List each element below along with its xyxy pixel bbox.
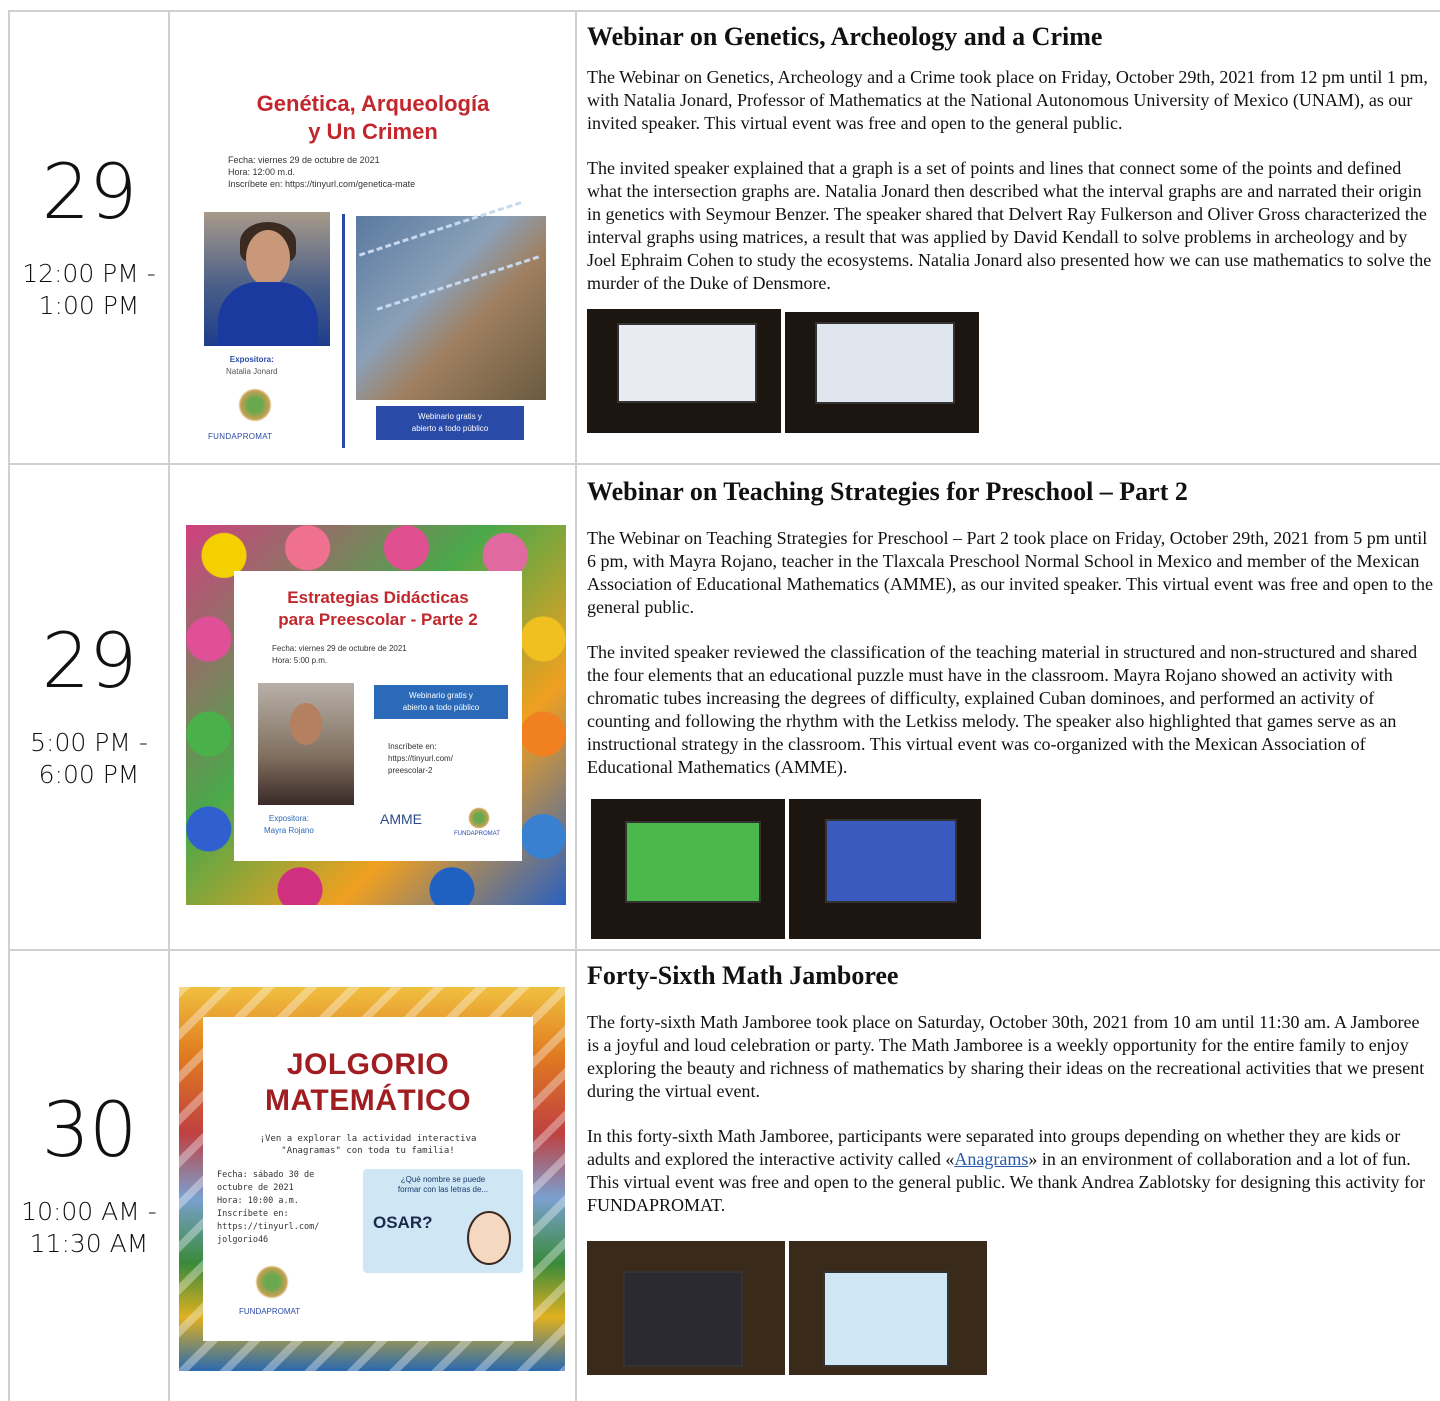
poster-cell: Estrategias Didácticas para Preescolar -… — [170, 465, 577, 949]
poster-expositora: Expositora: Natalia Jonard — [226, 355, 278, 376]
photo-gallery — [587, 1241, 1440, 1375]
event-title: Webinar on Genetics, Archeology and a Cr… — [587, 22, 1103, 51]
event-paragraph: The invited speaker reviewed the classif… — [587, 642, 1418, 777]
poster-card: Estrategias Didácticas para Preescolar -… — [234, 571, 522, 861]
poster-logo: FUNDAPROMAT — [208, 432, 273, 441]
amme-logo: AMME — [380, 811, 422, 827]
poster-free-badge: Webinario gratis y abierto a todo públic… — [376, 406, 524, 440]
poster-logo: FUNDAPROMAT — [454, 831, 500, 837]
description-cell: Forty-Sixth Math Jamboree The forty-sixt… — [577, 951, 1440, 1401]
event-time: 10:00 AM - 11:30 AM — [21, 1196, 157, 1260]
description-cell: Webinar on Teaching Strategies for Presc… — [577, 465, 1440, 949]
time-end: 11:30 AM — [29, 1229, 149, 1258]
event-time: 5:00 PM - 6:00 PM — [30, 727, 148, 791]
poster-question-box: ¿Qué nombre se puede formar con las letr… — [363, 1169, 523, 1273]
poster-free-badge: Webinario gratis y abierto a todo públic… — [374, 685, 508, 719]
event-photo[interactable] — [789, 799, 981, 939]
event-poster[interactable]: Genética, Arqueología y Un Crimen Fecha:… — [192, 68, 554, 458]
event-day: 29 — [41, 146, 138, 236]
event-photo[interactable] — [591, 799, 785, 939]
poster-cell: JOLGORIO MATEMÁTICO ¡Ven a explorar la a… — [170, 951, 577, 1401]
event-title: Forty-Sixth Math Jamboree — [587, 961, 899, 990]
event-row: 30 10:00 AM - 11:30 AM JOLGORIO MATEMÁTI… — [10, 951, 1440, 1401]
poster-info: Fecha: viernes 29 de octubre de 2021 Hor… — [228, 155, 416, 189]
tree-logo-icon — [255, 1265, 289, 1299]
event-day: 29 — [41, 616, 138, 705]
description-cell: Webinar on Genetics, Archeology and a Cr… — [577, 12, 1440, 463]
poster-divider — [342, 214, 345, 448]
event-time: 12:00 PM - 1:00 PM — [22, 258, 156, 322]
event-row: 29 5:00 PM - 6:00 PM Estrategias Didácti… — [10, 465, 1440, 951]
poster-info: Fecha: viernes 29 de octubre de 2021 Hor… — [272, 644, 407, 665]
poster-title: Estrategias Didácticas para Preescolar -… — [278, 588, 478, 629]
poster-title: JOLGORIO MATEMÁTICO — [264, 1048, 472, 1117]
date-cell: 29 5:00 PM - 6:00 PM — [10, 465, 170, 949]
date-cell: 30 10:00 AM - 11:30 AM — [10, 951, 170, 1401]
events-table: 29 12:00 PM - 1:00 PM Genética, Arqueolo… — [8, 10, 1440, 1401]
poster-expositora: Expositora: Mayra Rojano — [264, 814, 314, 835]
time-end: 1:00 PM — [38, 290, 140, 320]
kid-illustration — [467, 1211, 511, 1265]
time-start: 12:00 PM - — [22, 258, 156, 288]
photo-gallery — [587, 309, 1440, 433]
time-start: 5:00 PM - — [30, 728, 148, 757]
poster-register: Inscríbete en: https://tinyurl.com/ pree… — [388, 742, 453, 775]
event-poster[interactable]: Estrategias Didácticas para Preescolar -… — [186, 525, 566, 905]
event-paragraph: The Webinar on Genetics, Archeology and … — [587, 67, 1428, 133]
poster-info: Fecha: sábado 30 de octubre de 2021 Hora… — [217, 1170, 320, 1245]
event-day: 30 — [41, 1085, 138, 1174]
poster-title: Genética, Arqueología y Un Crimen — [256, 91, 490, 144]
tree-logo-icon — [238, 388, 272, 422]
dna-archeology-image — [356, 201, 546, 400]
event-poster[interactable]: JOLGORIO MATEMÁTICO ¡Ven a explorar la a… — [179, 987, 565, 1371]
poster-subtitle: ¡Ven a explorar la actividad interactiva… — [259, 1134, 477, 1156]
poster-cell: Genética, Arqueología y Un Crimen Fecha:… — [170, 12, 577, 463]
photo-gallery — [587, 799, 1440, 939]
anagrams-link[interactable]: Anagrams — [954, 1149, 1028, 1169]
osar-word: OSAR? — [373, 1213, 433, 1232]
event-paragraph: The Webinar on Teaching Strategies for P… — [587, 528, 1433, 617]
date-cell: 29 12:00 PM - 1:00 PM — [10, 12, 170, 463]
tree-logo-icon — [468, 807, 490, 829]
speaker-photo — [204, 212, 330, 346]
event-photo[interactable] — [587, 1241, 785, 1375]
event-row: 29 12:00 PM - 1:00 PM Genética, Arqueolo… — [10, 12, 1440, 465]
event-title: Webinar on Teaching Strategies for Presc… — [587, 477, 1188, 506]
question-text: ¿Qué nombre se puede formar con las letr… — [397, 1175, 489, 1194]
event-photo[interactable] — [785, 312, 979, 433]
event-paragraph: The invited speaker explained that a gra… — [587, 158, 1432, 293]
speaker-photo — [258, 683, 354, 805]
event-photo[interactable] — [587, 309, 781, 433]
poster-logo: FUNDAPROMAT — [239, 1307, 301, 1316]
poster-card: JOLGORIO MATEMÁTICO ¡Ven a explorar la a… — [203, 1017, 533, 1341]
event-paragraph: In this forty-sixth Math Jamboree, parti… — [587, 1126, 1425, 1215]
event-paragraph: The forty-sixth Math Jamboree took place… — [587, 1012, 1425, 1101]
time-end: 6:00 PM — [38, 760, 140, 789]
event-photo[interactable] — [789, 1241, 987, 1375]
time-start: 10:00 AM - — [21, 1197, 157, 1226]
